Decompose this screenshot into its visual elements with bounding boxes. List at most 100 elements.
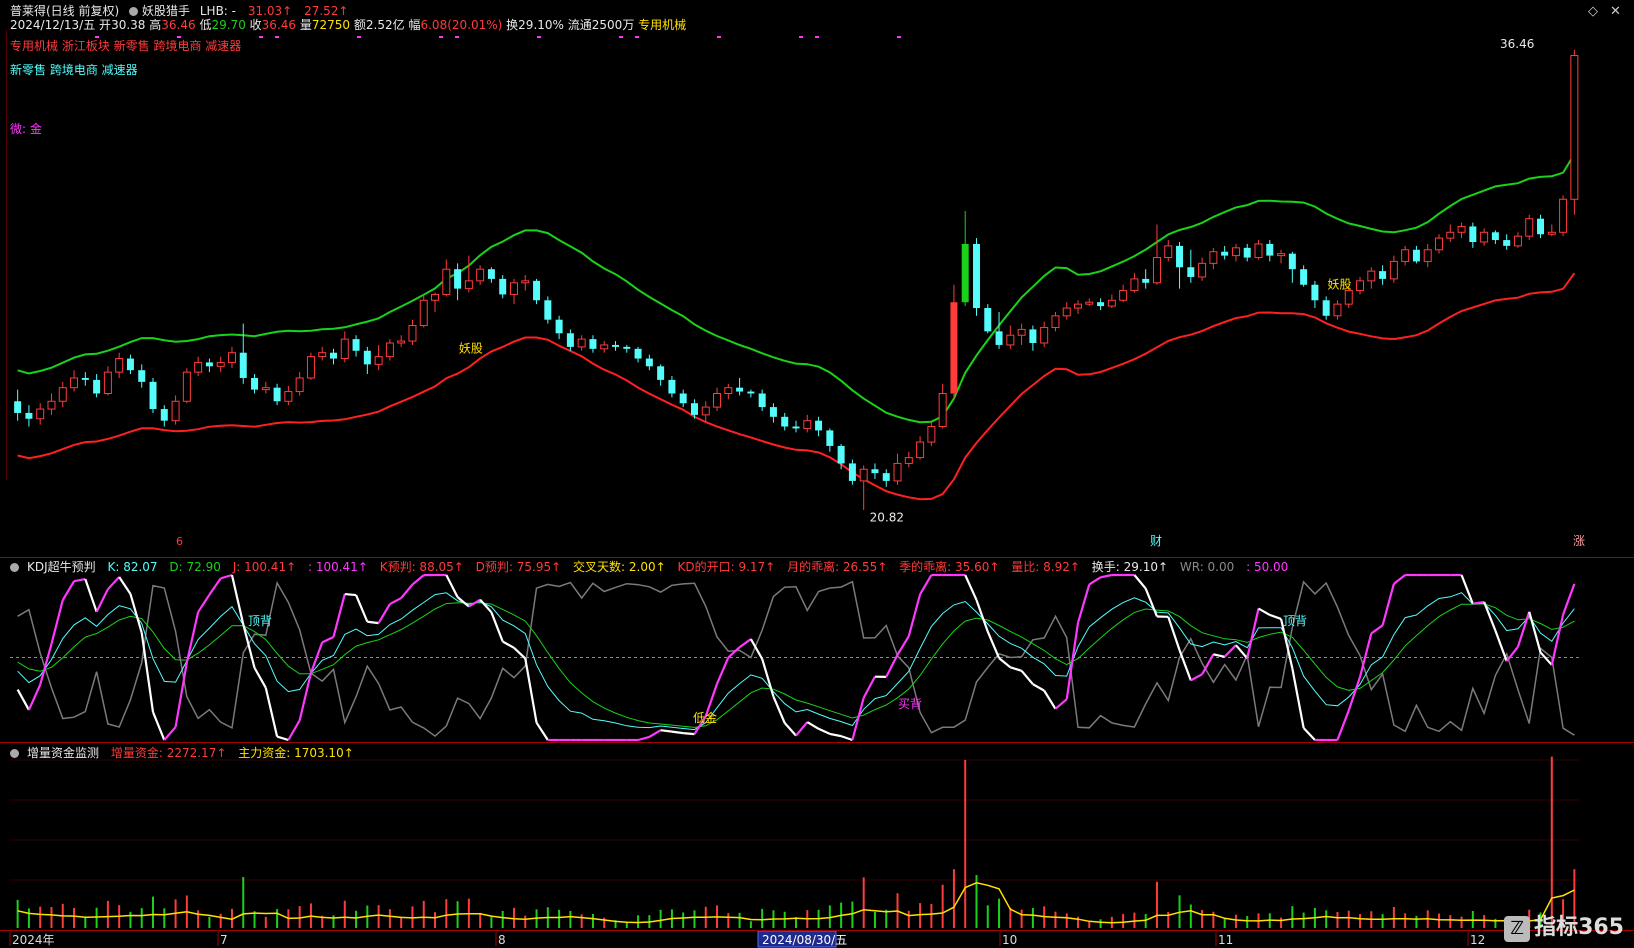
candle <box>1423 243 1432 268</box>
kdj-wr2: : 50.00 <box>1246 560 1289 574</box>
candle-body <box>893 462 902 482</box>
candle-body <box>1480 231 1489 243</box>
vol-title[interactable]: 增量资金监测 <box>27 746 99 760</box>
candle <box>769 403 777 423</box>
j-line-seg <box>321 635 334 644</box>
candle-body <box>645 358 653 367</box>
j-line-seg <box>118 576 132 595</box>
candle-body <box>1119 290 1128 301</box>
candle <box>1231 243 1240 262</box>
j-line-seg <box>151 711 166 741</box>
kdj-title[interactable]: KDJ超牛预判 <box>27 560 96 574</box>
marker-yaogu-2: 妖股 <box>1327 278 1351 292</box>
j-line-seg <box>1393 574 1406 585</box>
j-line-seg <box>1054 698 1068 710</box>
j-line-seg <box>1347 676 1362 711</box>
j-line-seg <box>1381 583 1395 626</box>
candle-body <box>1367 270 1376 282</box>
vol-toggle-icon[interactable] <box>10 749 19 758</box>
candle <box>1389 255 1398 283</box>
candle-body <box>419 299 428 327</box>
candle <box>374 344 383 371</box>
j-line-seg <box>1032 683 1045 692</box>
j-line-seg <box>1167 616 1181 651</box>
j-line-seg <box>264 687 279 737</box>
candle <box>747 389 755 398</box>
j-line-seg <box>795 721 809 737</box>
candle <box>1288 251 1296 283</box>
j-line-seg <box>197 594 211 613</box>
candle-body <box>103 371 112 394</box>
candle <box>1311 280 1319 309</box>
candle-body <box>1423 249 1432 262</box>
x-label-7: 7 <box>220 933 228 947</box>
j-line-seg <box>524 658 538 723</box>
kdj-season-dev: 季的乖离: 35.60↑ <box>899 560 1000 574</box>
candle-body <box>499 278 507 295</box>
candle-body <box>1311 284 1319 301</box>
candle <box>792 420 800 433</box>
candle-body <box>1040 326 1049 344</box>
chart-canvas[interactable]: 36.4620.82妖股妖股财 涨6 顶背 顶背低金买背 2024年 7 8 10 11 12… <box>0 0 1634 948</box>
candle-body <box>1097 302 1105 307</box>
j-line-seg <box>1550 614 1565 666</box>
j-line-seg <box>716 657 730 685</box>
j-line-seg <box>1043 690 1057 710</box>
candle <box>916 436 925 460</box>
j-line-seg <box>84 578 98 613</box>
candle-body <box>442 268 451 295</box>
j-line-seg <box>1076 584 1091 624</box>
candle-body <box>261 387 270 391</box>
candle-body <box>464 280 473 290</box>
candle-body <box>1469 226 1477 242</box>
top-dash-marker <box>439 36 443 38</box>
candle <box>1367 267 1376 289</box>
price-max-label: 36.46 <box>1500 37 1534 51</box>
candle-body <box>1152 257 1161 284</box>
candle-body <box>882 473 890 481</box>
marker-yaogu-1: 妖股 <box>459 342 483 356</box>
j-line-seg <box>220 573 233 580</box>
top-dash-marker <box>455 36 459 38</box>
j-line-seg <box>671 730 684 735</box>
candle-body <box>950 302 958 394</box>
j-line-seg <box>772 696 786 724</box>
kdj-label-dingbei-2: 顶背 <box>1283 614 1307 628</box>
j-line-seg <box>490 611 504 642</box>
j-line-seg <box>1223 644 1237 658</box>
kdj-d-pred: D预判: 75.95↑ <box>475 560 562 574</box>
j-line-seg <box>660 729 673 733</box>
candle-body <box>1074 303 1083 309</box>
candle-body <box>961 243 969 303</box>
candle <box>612 341 620 351</box>
candle-body <box>1062 307 1071 317</box>
x-label-11: 11 <box>1218 933 1233 947</box>
separator-3 <box>0 930 1634 931</box>
candle-body <box>701 406 710 416</box>
candle-body <box>848 463 856 481</box>
candle <box>555 315 563 340</box>
candle <box>1446 224 1455 242</box>
kdj-toggle-icon[interactable] <box>10 563 19 572</box>
candle-body <box>1457 225 1466 233</box>
candle-body <box>837 445 845 464</box>
candle <box>126 354 134 375</box>
candle <box>1537 214 1545 239</box>
j-line-seg <box>1370 624 1384 635</box>
j-line-seg <box>1100 573 1113 579</box>
j-line-seg <box>683 732 695 736</box>
candle-body <box>476 268 485 282</box>
j-line-seg <box>1190 673 1203 682</box>
candle <box>487 267 495 283</box>
candle <box>1040 321 1049 347</box>
candle-body <box>93 379 101 394</box>
kdj-vol-ratio: 量比: 8.92↑ <box>1011 560 1080 574</box>
j-line-seg <box>637 735 650 742</box>
candle-body <box>1198 262 1207 278</box>
j-line-seg <box>163 726 177 741</box>
candle <box>1176 242 1184 289</box>
candle-body <box>1300 269 1308 285</box>
candle-body <box>1187 267 1195 277</box>
vol-inc-fund: 增量资金: 2272.17↑ <box>110 746 227 760</box>
candle <box>284 385 293 406</box>
